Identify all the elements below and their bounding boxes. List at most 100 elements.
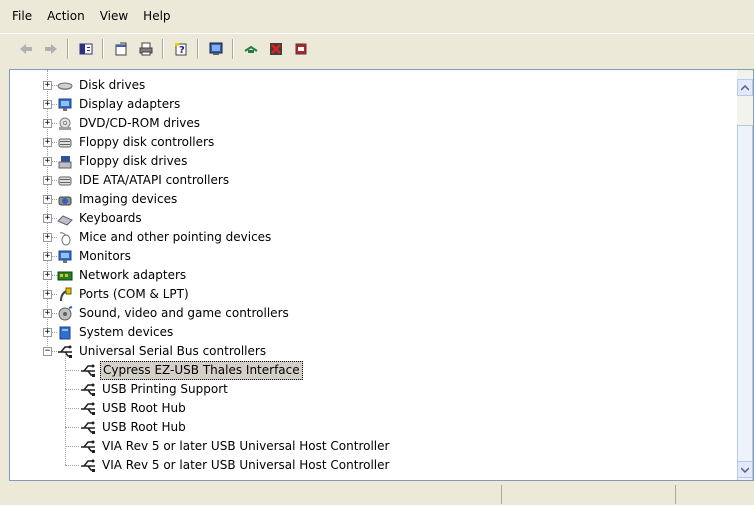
tree-item-label: USB Printing Support xyxy=(102,382,228,396)
expand-toggle[interactable]: + xyxy=(43,309,52,318)
tree-category-item[interactable]: Network adapters xyxy=(57,266,188,285)
update-driver-icon xyxy=(244,45,258,53)
mouse-icon xyxy=(57,230,73,246)
toolbar-separator xyxy=(67,39,69,59)
expand-toggle[interactable]: + xyxy=(43,271,52,280)
tree-category-item[interactable]: Sound, video and game controllers xyxy=(57,304,291,323)
tree-category-item[interactable]: DVD/CD-ROM drives xyxy=(57,114,202,133)
help-button[interactable]: ? xyxy=(169,37,193,61)
expand-toggle[interactable]: + xyxy=(43,157,52,166)
tree-category-item[interactable]: Disk drives xyxy=(57,76,147,95)
tree-category-item[interactable]: Display adapters xyxy=(57,95,182,114)
print-button[interactable] xyxy=(134,37,158,61)
tree-item-label: USB Root Hub xyxy=(102,401,186,415)
usb-icon xyxy=(80,458,96,474)
tree-category-item[interactable]: Floppy disk controllers xyxy=(57,133,216,152)
tree-item-label: Keyboards xyxy=(79,211,142,225)
forward-button[interactable] xyxy=(39,37,63,61)
scroll-thumb[interactable] xyxy=(737,125,753,480)
toolbar-separator xyxy=(197,39,199,59)
back-arrow-icon xyxy=(20,44,32,54)
expand-toggle[interactable]: + xyxy=(43,233,52,242)
sound-icon xyxy=(57,305,73,322)
tree-category-item[interactable]: Imaging devices xyxy=(57,190,179,209)
status-panel-tertiary xyxy=(676,485,754,504)
vertical-scrollbar[interactable] xyxy=(737,70,753,480)
disable-device-icon xyxy=(270,43,282,55)
show-hide-console-tree-icon xyxy=(79,43,93,55)
expand-toggle[interactable]: + xyxy=(43,328,52,337)
update-driver-button[interactable] xyxy=(239,37,263,61)
forward-arrow-icon xyxy=(45,44,57,54)
monitor-icon xyxy=(57,249,73,265)
uninstall-device-button[interactable] xyxy=(289,37,313,61)
tree-item-label: Display adapters xyxy=(79,97,181,111)
tree-item-label: Floppy disk controllers xyxy=(79,135,215,149)
tree-connector-line xyxy=(65,427,79,428)
tree-category-item[interactable]: Monitors xyxy=(57,247,133,266)
display-adapter-icon xyxy=(57,97,73,113)
tree-item-label: System devices xyxy=(79,325,174,339)
chevron-down-icon xyxy=(741,466,749,473)
expand-toggle[interactable]: + xyxy=(43,252,52,261)
tree-category-item[interactable]: Floppy disk drives xyxy=(57,152,189,171)
tree-item-label: Ports (COM & LPT) xyxy=(79,287,189,301)
tree-connector-line xyxy=(65,408,79,409)
usb-device-item[interactable]: VIA Rev 5 or later USB Universal Host Co… xyxy=(80,437,391,456)
usb-device-item[interactable]: VIA Rev 5 or later USB Universal Host Co… xyxy=(80,456,391,475)
usb-device-item[interactable]: USB Root Hub xyxy=(80,399,188,418)
keyboard-icon xyxy=(57,211,73,227)
back-button[interactable] xyxy=(14,37,38,61)
properties-button[interactable] xyxy=(109,37,133,61)
collapse-toggle[interactable]: − xyxy=(43,347,52,356)
tree-category-item[interactable]: Mice and other pointing devices xyxy=(57,228,273,247)
camera-icon xyxy=(57,192,73,208)
usb-device-item[interactable]: Cypress EZ-USB Thales Interface xyxy=(80,361,303,380)
scroll-up-button[interactable] xyxy=(737,79,753,96)
dvd-drive-icon xyxy=(57,116,73,132)
tree-category-item[interactable]: Ports (COM & LPT) xyxy=(57,285,191,304)
svg-text:?: ? xyxy=(179,45,185,56)
menu-help[interactable]: Help xyxy=(137,6,176,26)
tree-item-label: VIA Rev 5 or later USB Universal Host Co… xyxy=(102,439,390,453)
tree-item-label: Universal Serial Bus controllers xyxy=(79,344,267,358)
disable-device-button[interactable] xyxy=(264,37,288,61)
usb-device-item[interactable]: USB Root Hub xyxy=(80,418,188,437)
expand-toggle[interactable]: + xyxy=(43,138,52,147)
properties-icon xyxy=(115,42,127,56)
expand-toggle[interactable]: + xyxy=(43,195,52,204)
tree-category-item[interactable]: System devices xyxy=(57,323,175,342)
usb-device-item[interactable]: USB Printing Support xyxy=(80,380,230,399)
expand-toggle[interactable]: + xyxy=(43,176,52,185)
ide-controller-icon xyxy=(57,173,73,189)
menu-file[interactable]: File xyxy=(6,6,38,26)
menu-bar: File Action View Help xyxy=(0,0,754,32)
expand-toggle[interactable]: + xyxy=(43,81,52,90)
expand-toggle[interactable]: + xyxy=(43,290,52,299)
tree-category-item[interactable]: Keyboards xyxy=(57,209,144,228)
tree-category-item[interactable]: Universal Serial Bus controllers xyxy=(57,342,268,361)
expand-toggle[interactable]: + xyxy=(43,100,52,109)
scan-hardware-changes-button[interactable] xyxy=(204,37,228,61)
tree-item-label: Network adapters xyxy=(79,268,187,282)
usb-icon xyxy=(80,439,96,455)
show-hide-console-tree-button[interactable] xyxy=(74,37,98,61)
tree-item-label: Sound, video and game controllers xyxy=(79,306,289,320)
tree-connector-line xyxy=(65,446,79,447)
disk-drive-icon xyxy=(57,78,73,94)
tree-connector-line xyxy=(65,370,79,371)
usb-icon xyxy=(80,420,96,436)
tree-item-label: Disk drives xyxy=(79,78,146,92)
tree-item-label: USB Root Hub xyxy=(102,420,186,434)
tree-category-item[interactable]: IDE ATA/ATAPI controllers xyxy=(57,171,231,190)
uninstall-device-icon xyxy=(295,43,307,55)
scroll-down-button[interactable] xyxy=(737,461,753,478)
tree-item-label: IDE ATA/ATAPI controllers xyxy=(79,173,230,187)
menu-action[interactable]: Action xyxy=(41,6,91,26)
expand-toggle[interactable]: + xyxy=(43,214,52,223)
expand-toggle[interactable]: + xyxy=(43,119,52,128)
menu-view[interactable]: View xyxy=(94,6,134,26)
floppy-drive-icon xyxy=(57,154,73,170)
help-icon: ? xyxy=(175,43,187,56)
toolbar: ? xyxy=(0,33,754,64)
